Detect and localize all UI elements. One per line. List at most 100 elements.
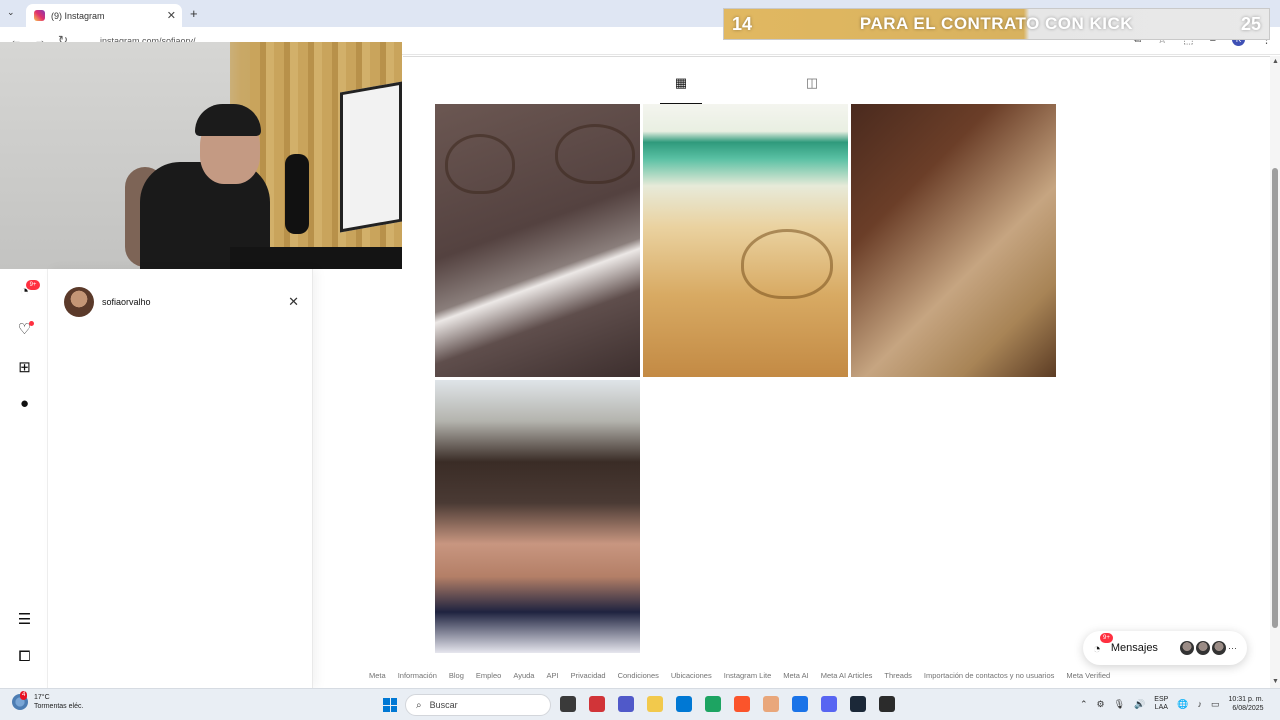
footer-link[interactable]: Meta Verified [1066, 671, 1110, 680]
recent-search-item[interactable]: sofiaorvalho ✕ [64, 287, 299, 317]
battery-icon[interactable]: ▭ [1211, 699, 1220, 710]
footer-link[interactable]: Threads [884, 671, 912, 680]
taskbar-app-icon[interactable] [763, 696, 779, 712]
page-scrollbar[interactable] [1270, 56, 1280, 688]
avatar [1180, 641, 1194, 655]
taskbar-app-icon[interactable] [879, 696, 895, 712]
footer-link[interactable]: Blog [449, 671, 464, 680]
tab-posts[interactable]: ▦ [660, 75, 702, 105]
post-nutella-danbo[interactable] [851, 104, 1056, 377]
sand-heart-drawing [555, 124, 635, 184]
clock-time: 10:31 p. m. [1228, 696, 1264, 703]
taskbar-app-icon[interactable] [850, 696, 866, 712]
taskbar-app-icon[interactable] [734, 696, 750, 712]
more-icon[interactable]: ⧠ [16, 648, 33, 665]
post-heart-sand-waves[interactable] [435, 104, 640, 377]
microphone-icon[interactable]: 🎙 [1114, 699, 1125, 710]
grid-icon: ▦ [674, 75, 688, 90]
more-icon: ··· [1228, 643, 1237, 653]
browser-tab-instagram[interactable]: (9) Instagram ✕ [26, 4, 182, 27]
stream-goal-banner: 14 PARA EL CONTRATO CON KICK 25 [723, 8, 1270, 40]
volume-icon[interactable]: 🔊 [1134, 699, 1145, 710]
messages-badge: 9+ [1100, 632, 1113, 643]
profile-tabs: ▦ ◫ [403, 56, 1273, 105]
recent-username: sofiaorvalho [102, 297, 151, 307]
footer-link[interactable]: Importación de contactos y no usuarios [924, 671, 1055, 680]
scroll-down-icon[interactable]: ▼ [1272, 678, 1279, 685]
webcam-desk [230, 247, 402, 269]
goal-target-number: 25 [1240, 13, 1261, 34]
tab-search-chevron-icon[interactable]: ⌄ [7, 7, 15, 18]
taskbar-app-icon[interactable] [705, 696, 721, 712]
footer-link[interactable]: Ubicaciones [671, 671, 712, 680]
footer-link[interactable]: Meta AI Articles [821, 671, 873, 680]
taskbar-search[interactable]: ⌕ Buscar [405, 694, 551, 716]
weather-desc: Tormentas eléc. [34, 703, 84, 710]
clock[interactable]: 10:31 p. m. 6/08/2025 [1229, 695, 1264, 713]
instagram-nav-rail: ◔ 9+ ♡ ⊞ ● ☰ ⧠ [0, 269, 48, 688]
instagram-favicon-icon [34, 10, 45, 21]
messenger-icon: ◔ 9+ [1093, 632, 1113, 656]
footer-link[interactable]: Información [398, 671, 437, 680]
tray-app-icon[interactable]: ⚙ [1097, 699, 1105, 710]
windows-logo-icon [390, 698, 397, 705]
profile-avatar[interactable]: ● [16, 395, 33, 412]
messages-label: Mensajes [1110, 642, 1158, 654]
start-button[interactable] [383, 698, 397, 712]
webcam-feed [0, 42, 402, 269]
create-icon[interactable]: ⊞ [16, 358, 33, 376]
taskbar-app-icon[interactable] [589, 696, 605, 712]
goal-text: PARA EL CONTRATO CON KICK [859, 14, 1134, 33]
scrollbar-thumb[interactable] [1272, 168, 1278, 628]
post-heart-beach[interactable] [643, 104, 848, 377]
tab-tagged[interactable]: ◫ [791, 75, 833, 105]
footer-link[interactable]: API [546, 671, 558, 680]
remove-recent-icon[interactable]: ✕ [288, 294, 299, 310]
post-girl-bow[interactable] [435, 380, 640, 653]
goal-current-number: 14 [732, 13, 753, 34]
menu-icon[interactable]: ☰ [16, 610, 33, 628]
weather-widget[interactable]: 4 17°C Tormentas eléc. [12, 691, 83, 711]
tab-title: (9) Instagram [51, 10, 105, 21]
messenger-badge: 9+ [26, 280, 40, 290]
tagged-icon: ◫ [805, 75, 819, 90]
taskbar-app-icon[interactable] [821, 696, 837, 712]
language-indicator[interactable]: ESP LAA [1154, 696, 1168, 712]
footer-links: Meta Información Blog Empleo Ayuda API P… [369, 671, 1122, 680]
sand-heart-drawing [741, 229, 833, 299]
clock-date: 6/08/2025 [1232, 705, 1264, 712]
footer-link[interactable]: Meta AI [783, 671, 808, 680]
taskbar-app-icon[interactable] [676, 696, 692, 712]
network-icon[interactable]: 🌐 [1177, 699, 1188, 710]
tray-chevron-icon[interactable]: ⌃ [1080, 699, 1088, 710]
taskbar-app-icon[interactable] [792, 696, 808, 712]
weather-text: 17°C Tormentas eléc. [34, 693, 83, 711]
avatar [64, 287, 94, 317]
weather-temp: 17°C [34, 694, 50, 701]
footer-link[interactable]: Condiciones [618, 671, 659, 680]
footer-link[interactable]: Privacidad [571, 671, 606, 680]
webcam-microphone [285, 154, 309, 234]
system-tray: ⌃ ⚙ 🎙 🔊 ESP LAA 🌐 ♪ ▭ 10:31 p. m. 6/08/2… [1080, 695, 1264, 713]
webcam-monitor [340, 81, 402, 233]
taskbar-app-icon[interactable] [647, 696, 663, 712]
footer-link[interactable]: Empleo [476, 671, 501, 680]
new-tab-button[interactable]: + [190, 6, 198, 21]
tab-close-icon[interactable]: ✕ [167, 9, 176, 22]
footer-link[interactable]: Instagram Lite [724, 671, 772, 680]
scroll-up-icon[interactable]: ▲ [1272, 58, 1279, 65]
footer-link[interactable]: Ayuda [513, 671, 534, 680]
notification-dot [29, 321, 34, 326]
windows-logo-icon [383, 698, 390, 705]
footer-link[interactable]: Meta [369, 671, 386, 680]
taskbar-apps [560, 696, 895, 712]
windows-logo-icon [383, 705, 390, 712]
lang-line2: LAA [1154, 704, 1168, 711]
taskbar-app-icon[interactable] [560, 696, 576, 712]
speaker-icon[interactable]: ♪ [1198, 699, 1203, 709]
search-icon: ⌕ [416, 699, 422, 711]
windows-logo-icon [390, 705, 397, 712]
taskbar-app-icon[interactable] [618, 696, 634, 712]
avatar [1212, 641, 1226, 655]
messages-button[interactable]: ◔ 9+ Mensajes ··· [1083, 631, 1247, 665]
